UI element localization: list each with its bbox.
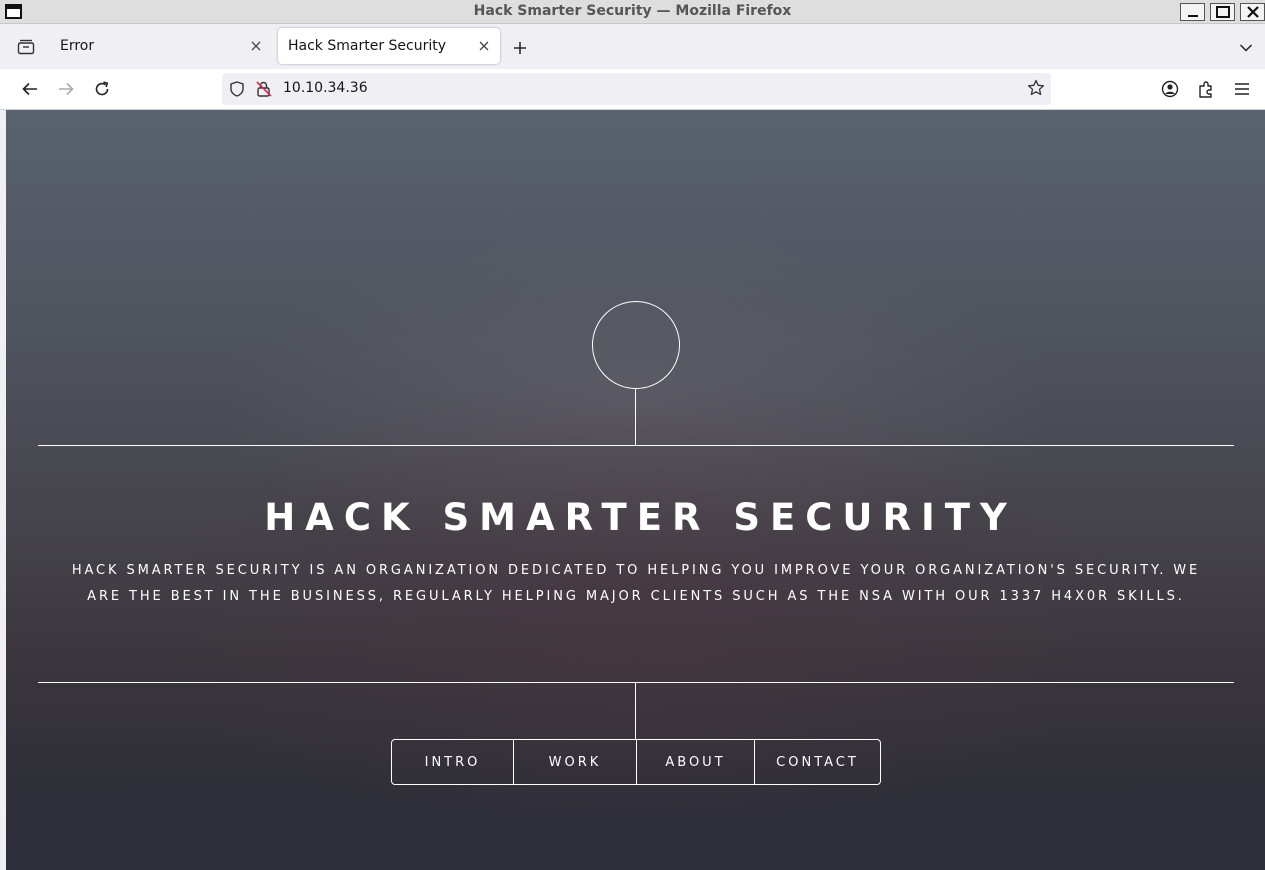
web-page: HACK SMARTER SECURITY HACK SMARTER SECUR… [6,110,1265,870]
nav-contact-link[interactable]: CONTACT [754,740,880,784]
connector-line [635,389,636,445]
divider-line [38,445,1234,446]
firefox-view-icon [17,39,35,55]
tab-label: Hack Smarter Security [288,38,447,54]
nav-intro-link[interactable]: INTRO [392,740,513,784]
site-nav: INTRO WORK ABOUT CONTACT [391,739,881,785]
chevron-down-icon [1239,44,1253,52]
firefox-view-button[interactable] [12,35,40,59]
account-button[interactable] [1158,77,1182,101]
extensions-button[interactable] [1194,77,1218,101]
maximize-icon [1215,6,1230,18]
plus-icon [514,42,526,54]
minimize-button[interactable] [1180,3,1205,21]
window-title: Hack Smarter Security — Mozilla Firefox [473,3,792,19]
url-text[interactable]: 10.10.34.36 [283,80,368,96]
window-titlebar: Hack Smarter Security — Mozilla Firefox [0,0,1265,24]
minimize-icon [1187,15,1198,17]
tab-label: Error [60,38,95,54]
divider-line [38,682,1234,683]
site-tagline: HACK SMARTER SECURITY IS AN ORGANIZATION… [71,563,1201,604]
site-title: HACK SMARTER SECURITY [264,496,1017,539]
back-icon [22,82,37,96]
tab-hack-smarter-security[interactable]: Hack Smarter Security [278,28,500,64]
app-menu-button[interactable] [1230,77,1254,101]
forward-icon [59,82,74,96]
logo-circle [592,301,680,389]
maximize-button[interactable] [1210,3,1235,21]
navigation-toolbar: 10.10.34.36 [0,69,1265,110]
tab-error[interactable]: Error [50,28,272,64]
account-icon [1161,80,1179,98]
new-tab-button[interactable] [508,36,532,60]
close-icon [479,41,489,51]
url-bar[interactable]: 10.10.34.36 [222,73,1051,105]
tab-close-button[interactable] [248,38,264,54]
extensions-icon [1199,81,1212,98]
close-icon [1246,6,1259,18]
connector-line [635,682,636,740]
menu-icon [1235,83,1249,95]
tab-close-button[interactable] [476,38,492,54]
close-icon [251,41,261,51]
reload-icon [95,81,109,96]
shield-icon[interactable] [230,81,244,97]
forward-button[interactable] [54,77,78,101]
nav-work-link[interactable]: WORK [513,740,636,784]
tab-bar: Error Hack Smarter Security [0,24,1265,69]
nav-about-link[interactable]: ABOUT [636,740,754,784]
back-button[interactable] [18,77,42,101]
bookmark-star-icon[interactable] [1027,79,1045,97]
reload-button[interactable] [90,77,114,101]
insecure-lock-icon[interactable] [256,81,272,97]
list-all-tabs-button[interactable] [1234,36,1258,60]
close-window-button[interactable] [1240,3,1265,21]
